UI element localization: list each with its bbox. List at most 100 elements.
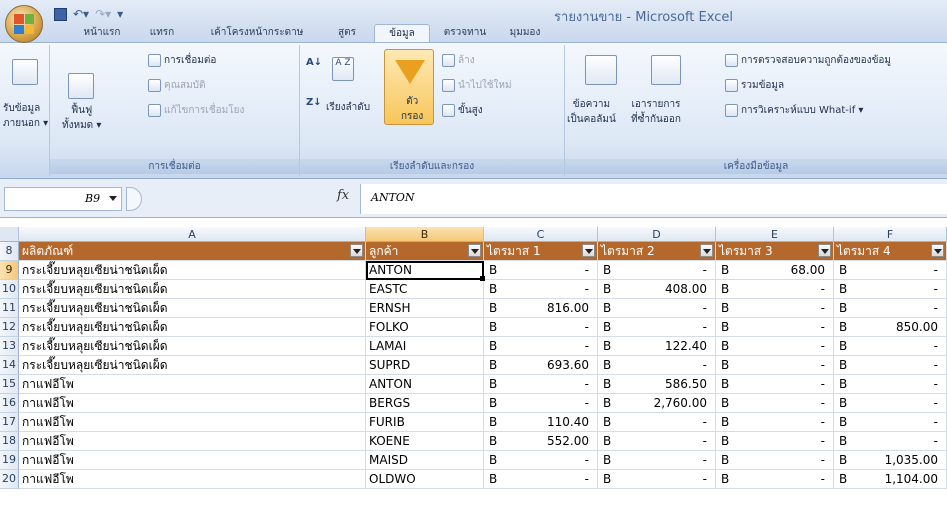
quarter-cell[interactable]: B- — [484, 375, 598, 394]
tab-formulas[interactable]: สูตร — [328, 24, 366, 42]
product-cell[interactable]: กาแฟอีโพ — [19, 375, 366, 394]
reapply-button[interactable]: นำไปใช้ใหม่ — [442, 78, 512, 93]
filter-dropdown-icon[interactable] — [818, 244, 831, 257]
product-cell[interactable]: กระเจี๊ยบหลุยเซียน่าชนิดเผ็ด — [19, 261, 366, 280]
quarter-cell[interactable]: B- — [484, 261, 598, 280]
tab-review[interactable]: ตรวจทาน — [438, 24, 492, 42]
quarter-cell[interactable]: B- — [834, 413, 947, 432]
row-header[interactable]: 10 — [0, 280, 19, 299]
quarter-cell[interactable]: B- — [716, 451, 834, 470]
tab-home[interactable]: หน้าแรก — [76, 24, 128, 42]
header-cell[interactable]: ไตรมาส 4 — [834, 242, 947, 261]
data-validation-button[interactable]: การตรวจสอบความถูกต้องของข้อมู — [725, 53, 891, 68]
filter-dropdown-icon[interactable] — [931, 244, 944, 257]
tab-insert[interactable]: แทรก — [140, 24, 184, 42]
row-header[interactable]: 9 — [0, 261, 19, 280]
header-cell[interactable]: ผลิตภัณฑ์ — [19, 242, 366, 261]
row-header[interactable]: 13 — [0, 337, 19, 356]
customer-cell[interactable]: LAMAI — [366, 337, 484, 356]
quarter-cell[interactable]: B- — [484, 280, 598, 299]
properties-button[interactable]: คุณสมบัติ — [148, 78, 206, 93]
quarter-cell[interactable]: B- — [716, 413, 834, 432]
header-cell[interactable]: ไตรมาส 2 — [598, 242, 716, 261]
select-all-corner[interactable] — [0, 227, 19, 242]
quarter-cell[interactable]: B- — [484, 470, 598, 489]
quarter-cell[interactable]: B- — [598, 451, 716, 470]
customer-cell[interactable]: SUPRD — [366, 356, 484, 375]
sort-dialog-icon[interactable]: A Z — [332, 57, 354, 81]
product-cell[interactable]: กาแฟอีโพ — [19, 451, 366, 470]
quarter-cell[interactable]: B- — [598, 432, 716, 451]
customer-cell[interactable]: ANTON — [366, 375, 484, 394]
formula-bar-splitter[interactable] — [126, 187, 142, 211]
quarter-cell[interactable]: B- — [484, 451, 598, 470]
quarter-cell[interactable]: B- — [834, 337, 947, 356]
clear-button[interactable]: ล้าง — [442, 53, 475, 68]
customer-cell[interactable]: ERNSH — [366, 299, 484, 318]
product-cell[interactable]: กระเจี๊ยบหลุยเซียน่าชนิดเผ็ด — [19, 299, 366, 318]
quarter-cell[interactable]: B 68.00 — [716, 261, 834, 280]
quarter-cell[interactable]: B- — [484, 394, 598, 413]
header-cell[interactable]: ลูกค้า — [366, 242, 484, 261]
column-header-e[interactable]: E — [716, 227, 834, 242]
quarter-cell[interactable]: B- — [716, 375, 834, 394]
tab-view[interactable]: มุมมอง — [500, 24, 550, 42]
product-cell[interactable]: กระเจี๊ยบหลุยเซียน่าชนิดเผ็ด — [19, 280, 366, 299]
customer-cell[interactable]: FOLKO — [366, 318, 484, 337]
connections-button[interactable]: การเชื่อมต่อ — [148, 53, 216, 68]
office-button[interactable] — [5, 5, 43, 43]
product-cell[interactable]: กาแฟอีโพ — [19, 413, 366, 432]
quarter-cell[interactable]: B- — [834, 280, 947, 299]
chevron-down-icon[interactable] — [109, 196, 117, 201]
quarter-cell[interactable]: B- — [598, 470, 716, 489]
row-header[interactable]: 12 — [0, 318, 19, 337]
tab-page-layout[interactable]: เค้าโครงหน้ากระดาษ — [198, 24, 316, 42]
product-cell[interactable]: กาแฟอีโพ — [19, 432, 366, 451]
row-header[interactable]: 16 — [0, 394, 19, 413]
tab-data[interactable]: ข้อมูล — [374, 24, 430, 42]
row-header[interactable]: 11 — [0, 299, 19, 318]
quarter-cell[interactable]: B- — [598, 299, 716, 318]
row-header[interactable]: 15 — [0, 375, 19, 394]
insert-function-icon[interactable]: fx — [337, 188, 349, 203]
quarter-cell[interactable]: B- — [598, 318, 716, 337]
customer-cell[interactable]: FURIB — [366, 413, 484, 432]
name-box[interactable]: B9 — [4, 187, 122, 211]
filter-dropdown-icon[interactable] — [582, 244, 595, 257]
customer-cell[interactable]: OLDWO — [366, 470, 484, 489]
quarter-cell[interactable]: B- — [716, 337, 834, 356]
column-header-b[interactable]: B — [366, 227, 484, 242]
quarter-cell[interactable]: B- — [716, 318, 834, 337]
fill-handle[interactable] — [480, 276, 485, 281]
edit-links-button[interactable]: แก้ไขการเชื่อมโยง — [148, 103, 244, 118]
sort-az-icon[interactable]: A↓ — [306, 57, 322, 68]
quarter-cell[interactable]: B 552.00 — [484, 432, 598, 451]
product-cell[interactable]: กระเจี๊ยบหลุยเซียน่าชนิดเผ็ด — [19, 356, 366, 375]
sort-button[interactable]: เรียงลำดับ — [326, 100, 370, 115]
row-header[interactable]: 8 — [0, 242, 19, 261]
quarter-cell[interactable]: B 816.00 — [484, 299, 598, 318]
customer-cell[interactable]: MAISD — [366, 451, 484, 470]
product-cell[interactable]: กระเจี๊ยบหลุยเซียน่าชนิดเผ็ด — [19, 337, 366, 356]
filter-dropdown-icon[interactable] — [468, 244, 481, 257]
quarter-cell[interactable]: B 850.00 — [834, 318, 947, 337]
quarter-cell[interactable]: B 2,760.00 — [598, 394, 716, 413]
column-header-c[interactable]: C — [484, 227, 598, 242]
product-cell[interactable]: กาแฟอีโพ — [19, 394, 366, 413]
row-header[interactable]: 20 — [0, 470, 19, 489]
row-header[interactable]: 18 — [0, 432, 19, 451]
row-header[interactable]: 19 — [0, 451, 19, 470]
quarter-cell[interactable]: B- — [716, 432, 834, 451]
quarter-cell[interactable]: B 122.40 — [598, 337, 716, 356]
row-header[interactable]: 14 — [0, 356, 19, 375]
header-cell[interactable]: ไตรมาส 1 — [484, 242, 598, 261]
quarter-cell[interactable]: B- — [834, 261, 947, 280]
filter-dropdown-icon[interactable] — [700, 244, 713, 257]
quarter-cell[interactable]: B- — [716, 470, 834, 489]
sort-za-icon[interactable]: Z↓ — [306, 97, 322, 108]
quarter-cell[interactable]: B- — [716, 356, 834, 375]
formula-input[interactable]: ANTON — [360, 184, 947, 214]
quarter-cell[interactable]: B- — [484, 318, 598, 337]
quarter-cell[interactable]: B- — [598, 356, 716, 375]
quarter-cell[interactable]: B 1,104.00 — [834, 470, 947, 489]
